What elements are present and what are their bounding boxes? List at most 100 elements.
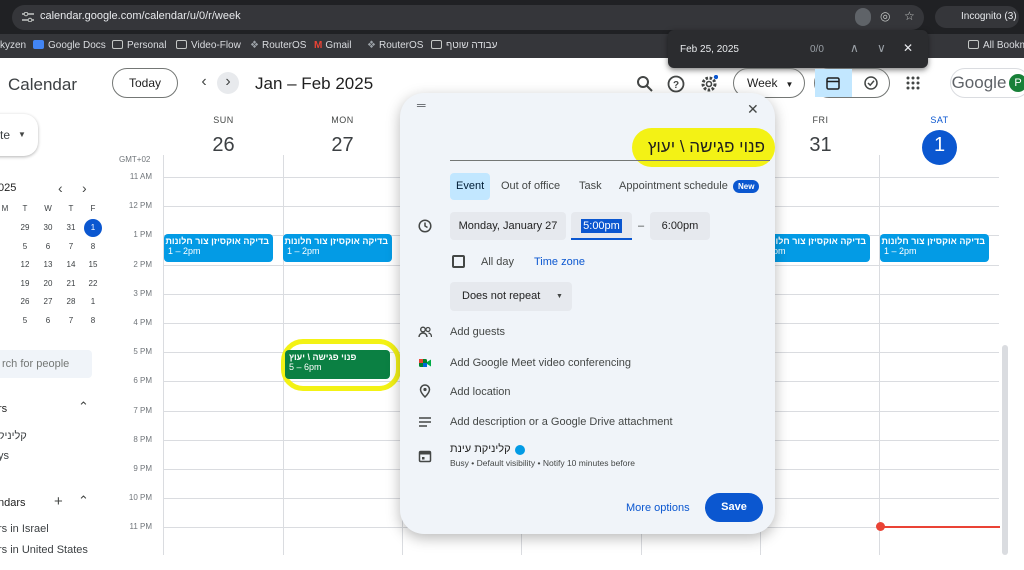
eye-off-icon[interactable]: ◎ [880, 9, 890, 23]
chevron-left-icon[interactable]: ‹ [193, 72, 215, 94]
apps-grid-icon[interactable] [906, 76, 920, 90]
mini-day[interactable]: 26 [14, 297, 36, 306]
mini-day[interactable]: 13 [37, 260, 59, 269]
mini-day[interactable]: 8 [82, 316, 104, 325]
bookmark-item[interactable]: Video-Flow [176, 40, 241, 51]
end-time-picker[interactable]: 6:00pm [650, 212, 710, 240]
mini-next-icon[interactable]: › [82, 180, 87, 196]
drag-handle-icon[interactable]: ═ [417, 99, 426, 111]
mini-day[interactable]: 20 [37, 279, 59, 288]
all-bookmarks[interactable]: All Bookm [968, 40, 1024, 51]
help-icon[interactable]: ? [667, 75, 685, 93]
calendar-event[interactable]: בדיקה אוקסיזן צור חלונות 2pm [764, 234, 870, 262]
avatar: P [1009, 74, 1024, 92]
day-number[interactable]: 26 [164, 134, 283, 157]
add-calendar-icon[interactable]: + [54, 493, 63, 510]
bookmark-item[interactable]: Google Docs [33, 40, 106, 51]
find-previous-icon[interactable]: ∧ [850, 41, 859, 55]
site-info-icon[interactable] [22, 12, 34, 22]
settings-gear-icon[interactable] [700, 75, 718, 93]
mini-day[interactable]: 22 [82, 279, 104, 288]
url-text[interactable]: calendar.google.com/calendar/u/0/r/week [40, 10, 241, 22]
day-number[interactable]: 27 [283, 134, 402, 157]
save-button[interactable]: Save [705, 493, 763, 522]
tab-task[interactable]: Task [579, 180, 602, 192]
tasks-check-icon[interactable] [864, 76, 878, 90]
collapse-up-icon[interactable]: ⌃ [78, 399, 89, 415]
mini-day[interactable]: 27 [37, 297, 59, 306]
chevron-right-icon[interactable]: › [217, 72, 239, 94]
mini-day[interactable]: 12 [14, 260, 36, 269]
close-icon[interactable]: ✕ [747, 101, 759, 118]
mini-day[interactable]: 7 [60, 242, 82, 251]
calendar-list-item[interactable]: rs in United States [0, 544, 88, 556]
calendar-event[interactable]: בדיקה אוקסיזן צור חלונות 1 – 2pm [880, 234, 989, 262]
mini-day[interactable]: 6 [37, 242, 59, 251]
mini-day[interactable]: 7 [60, 316, 82, 325]
other-calendars-heading[interactable]: ndars [0, 497, 26, 509]
event-time: 2pm [768, 246, 786, 256]
add-meet[interactable]: Add Google Meet video conferencing [450, 357, 631, 369]
mini-day[interactable]: 5 [14, 242, 36, 251]
mini-day[interactable]: 8 [82, 242, 104, 251]
add-description[interactable]: Add description or a Google Drive attach… [450, 416, 673, 428]
search-icon[interactable] [636, 75, 654, 93]
date-picker[interactable]: Monday, January 27 [450, 212, 566, 240]
incognito-badge[interactable]: Incognito (3) [935, 6, 1019, 28]
find-close-icon[interactable]: ✕ [903, 41, 913, 55]
tab-appointment-schedule[interactable]: Appointment schedule [619, 180, 728, 192]
mini-day[interactable]: 1 [82, 297, 104, 306]
find-next-icon[interactable]: ∨ [877, 41, 886, 55]
my-calendars-heading[interactable]: rs [0, 403, 7, 415]
add-guests[interactable]: Add guests [450, 326, 505, 338]
mini-day[interactable]: 1 [84, 219, 102, 237]
calendar-name[interactable]: קליניקת עינת [450, 443, 511, 455]
clock-icon [418, 219, 432, 233]
day-number[interactable]: 31 [761, 134, 880, 157]
guests-icon [418, 326, 432, 338]
mini-day[interactable]: 6 [37, 316, 59, 325]
tab-out-of-office[interactable]: Out of office [501, 180, 560, 192]
bookmark-item[interactable]: עבודה שוטף [431, 40, 497, 51]
more-options-button[interactable]: More options [626, 502, 690, 514]
mini-day[interactable]: 30 [37, 223, 59, 232]
mini-day[interactable]: 31 [60, 223, 82, 232]
mini-day[interactable]: 15 [82, 260, 104, 269]
calendar-event[interactable]: בדיקה אוקסיזן צור חלונות 1 – 2pm [164, 234, 273, 262]
create-button[interactable]: te ▼ [0, 114, 38, 156]
calendar-event[interactable]: בדיקה אוקסיזן צור חלונות 1 – 2pm [283, 234, 392, 262]
day-number-today[interactable]: 1 [880, 134, 999, 157]
time-zone-link[interactable]: Time zone [534, 256, 585, 268]
calendar-event-draft[interactable]: פנוי פגישה \ יעוץ 5 – 6pm [285, 350, 390, 379]
repeat-dropdown[interactable]: Does not repeat ▼ [450, 282, 572, 311]
grid-scrollbar[interactable] [1002, 345, 1008, 555]
calendar-list-item[interactable]: קליניק [0, 430, 27, 442]
add-location[interactable]: Add location [450, 386, 511, 398]
calendar-list-item[interactable]: ys [0, 450, 9, 462]
collapse-up-icon[interactable]: ⌃ [78, 493, 89, 509]
mini-day[interactable]: 5 [14, 316, 36, 325]
mini-day[interactable]: 14 [60, 260, 82, 269]
mini-day[interactable]: 21 [60, 279, 82, 288]
bookmark-item[interactable]: M Gmail [314, 40, 351, 51]
today-button[interactable]: Today [112, 68, 178, 98]
star-icon[interactable]: ☆ [904, 9, 915, 23]
google-account-button[interactable]: Google P [950, 68, 1024, 98]
mini-day[interactable]: 19 [14, 279, 36, 288]
start-time-picker[interactable]: 5:00pm [571, 212, 632, 240]
search-people-input[interactable]: rch for people [0, 350, 92, 378]
page-find-icon[interactable] [855, 8, 871, 26]
mini-prev-icon[interactable]: ‹ [58, 180, 63, 196]
mini-day[interactable]: 29 [14, 223, 36, 232]
bookmark-item[interactable]: ❖ RouterOS [250, 40, 306, 51]
all-day-label: All day [481, 256, 515, 268]
mini-day[interactable]: 28 [60, 297, 82, 306]
find-input[interactable]: Feb 25, 2025 [680, 44, 739, 55]
all-day-checkbox[interactable] [452, 255, 465, 268]
calendar-list-item[interactable]: rs in Israel [0, 523, 49, 535]
event-title-input[interactable]: פנוי פגישה \ יעוץ [450, 137, 765, 157]
tab-event[interactable]: Event [456, 180, 484, 192]
bookmark-item[interactable]: Personal [112, 40, 166, 51]
bookmark-item[interactable]: kyzen [0, 40, 26, 51]
bookmark-item[interactable]: ❖ RouterOS [367, 40, 423, 51]
